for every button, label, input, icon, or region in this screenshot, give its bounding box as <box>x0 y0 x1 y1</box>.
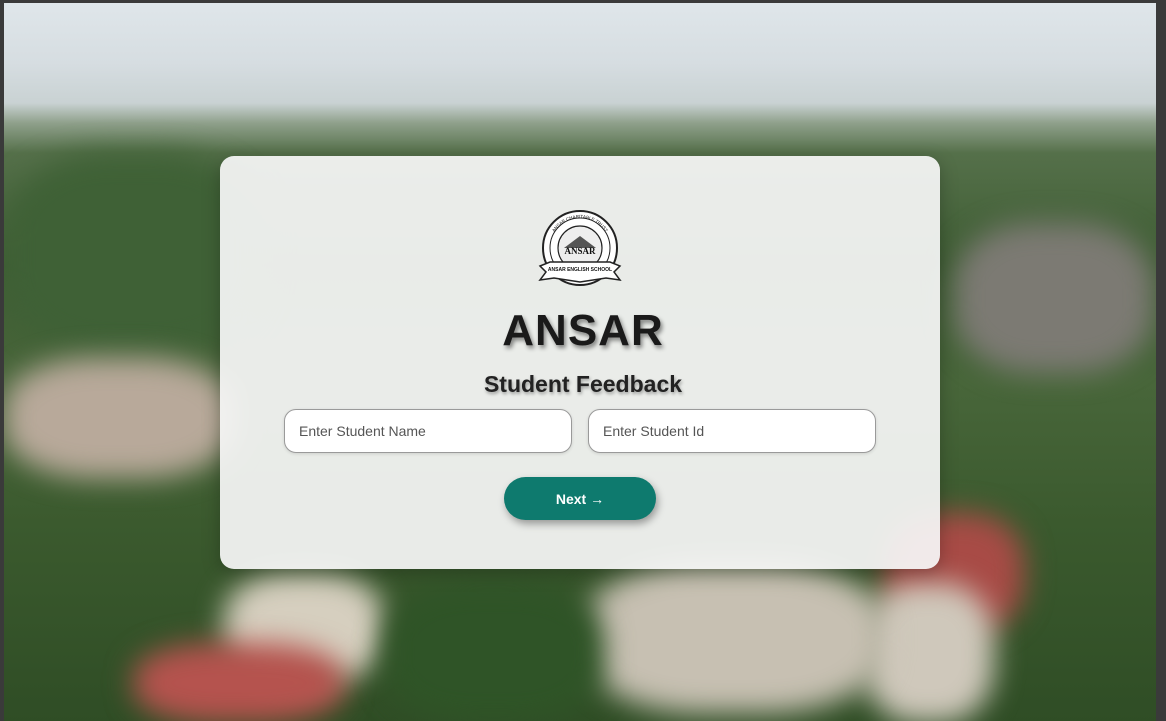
roof-bottom-left <box>134 643 344 721</box>
trees-bottom <box>384 583 604 721</box>
student-name-input[interactable] <box>284 409 572 453</box>
app-window: ANSAR ANSAR ENGLISH SCHOOL ANSAR CHARITA… <box>0 0 1166 721</box>
student-id-input[interactable] <box>588 409 876 453</box>
svg-text:ANSAR: ANSAR <box>564 246 596 256</box>
next-button[interactable]: Next → <box>504 477 656 520</box>
page-heading: Student Feedback <box>483 371 683 397</box>
brand-title: ANSAR <box>502 306 664 355</box>
ansar-school-seal-icon: ANSAR ANSAR ENGLISH SCHOOL ANSAR CHARITA… <box>538 210 622 286</box>
building-center <box>584 563 884 713</box>
svg-text:ANSAR ENGLISH SCHOOL: ANSAR ENGLISH SCHOOL <box>548 267 612 273</box>
